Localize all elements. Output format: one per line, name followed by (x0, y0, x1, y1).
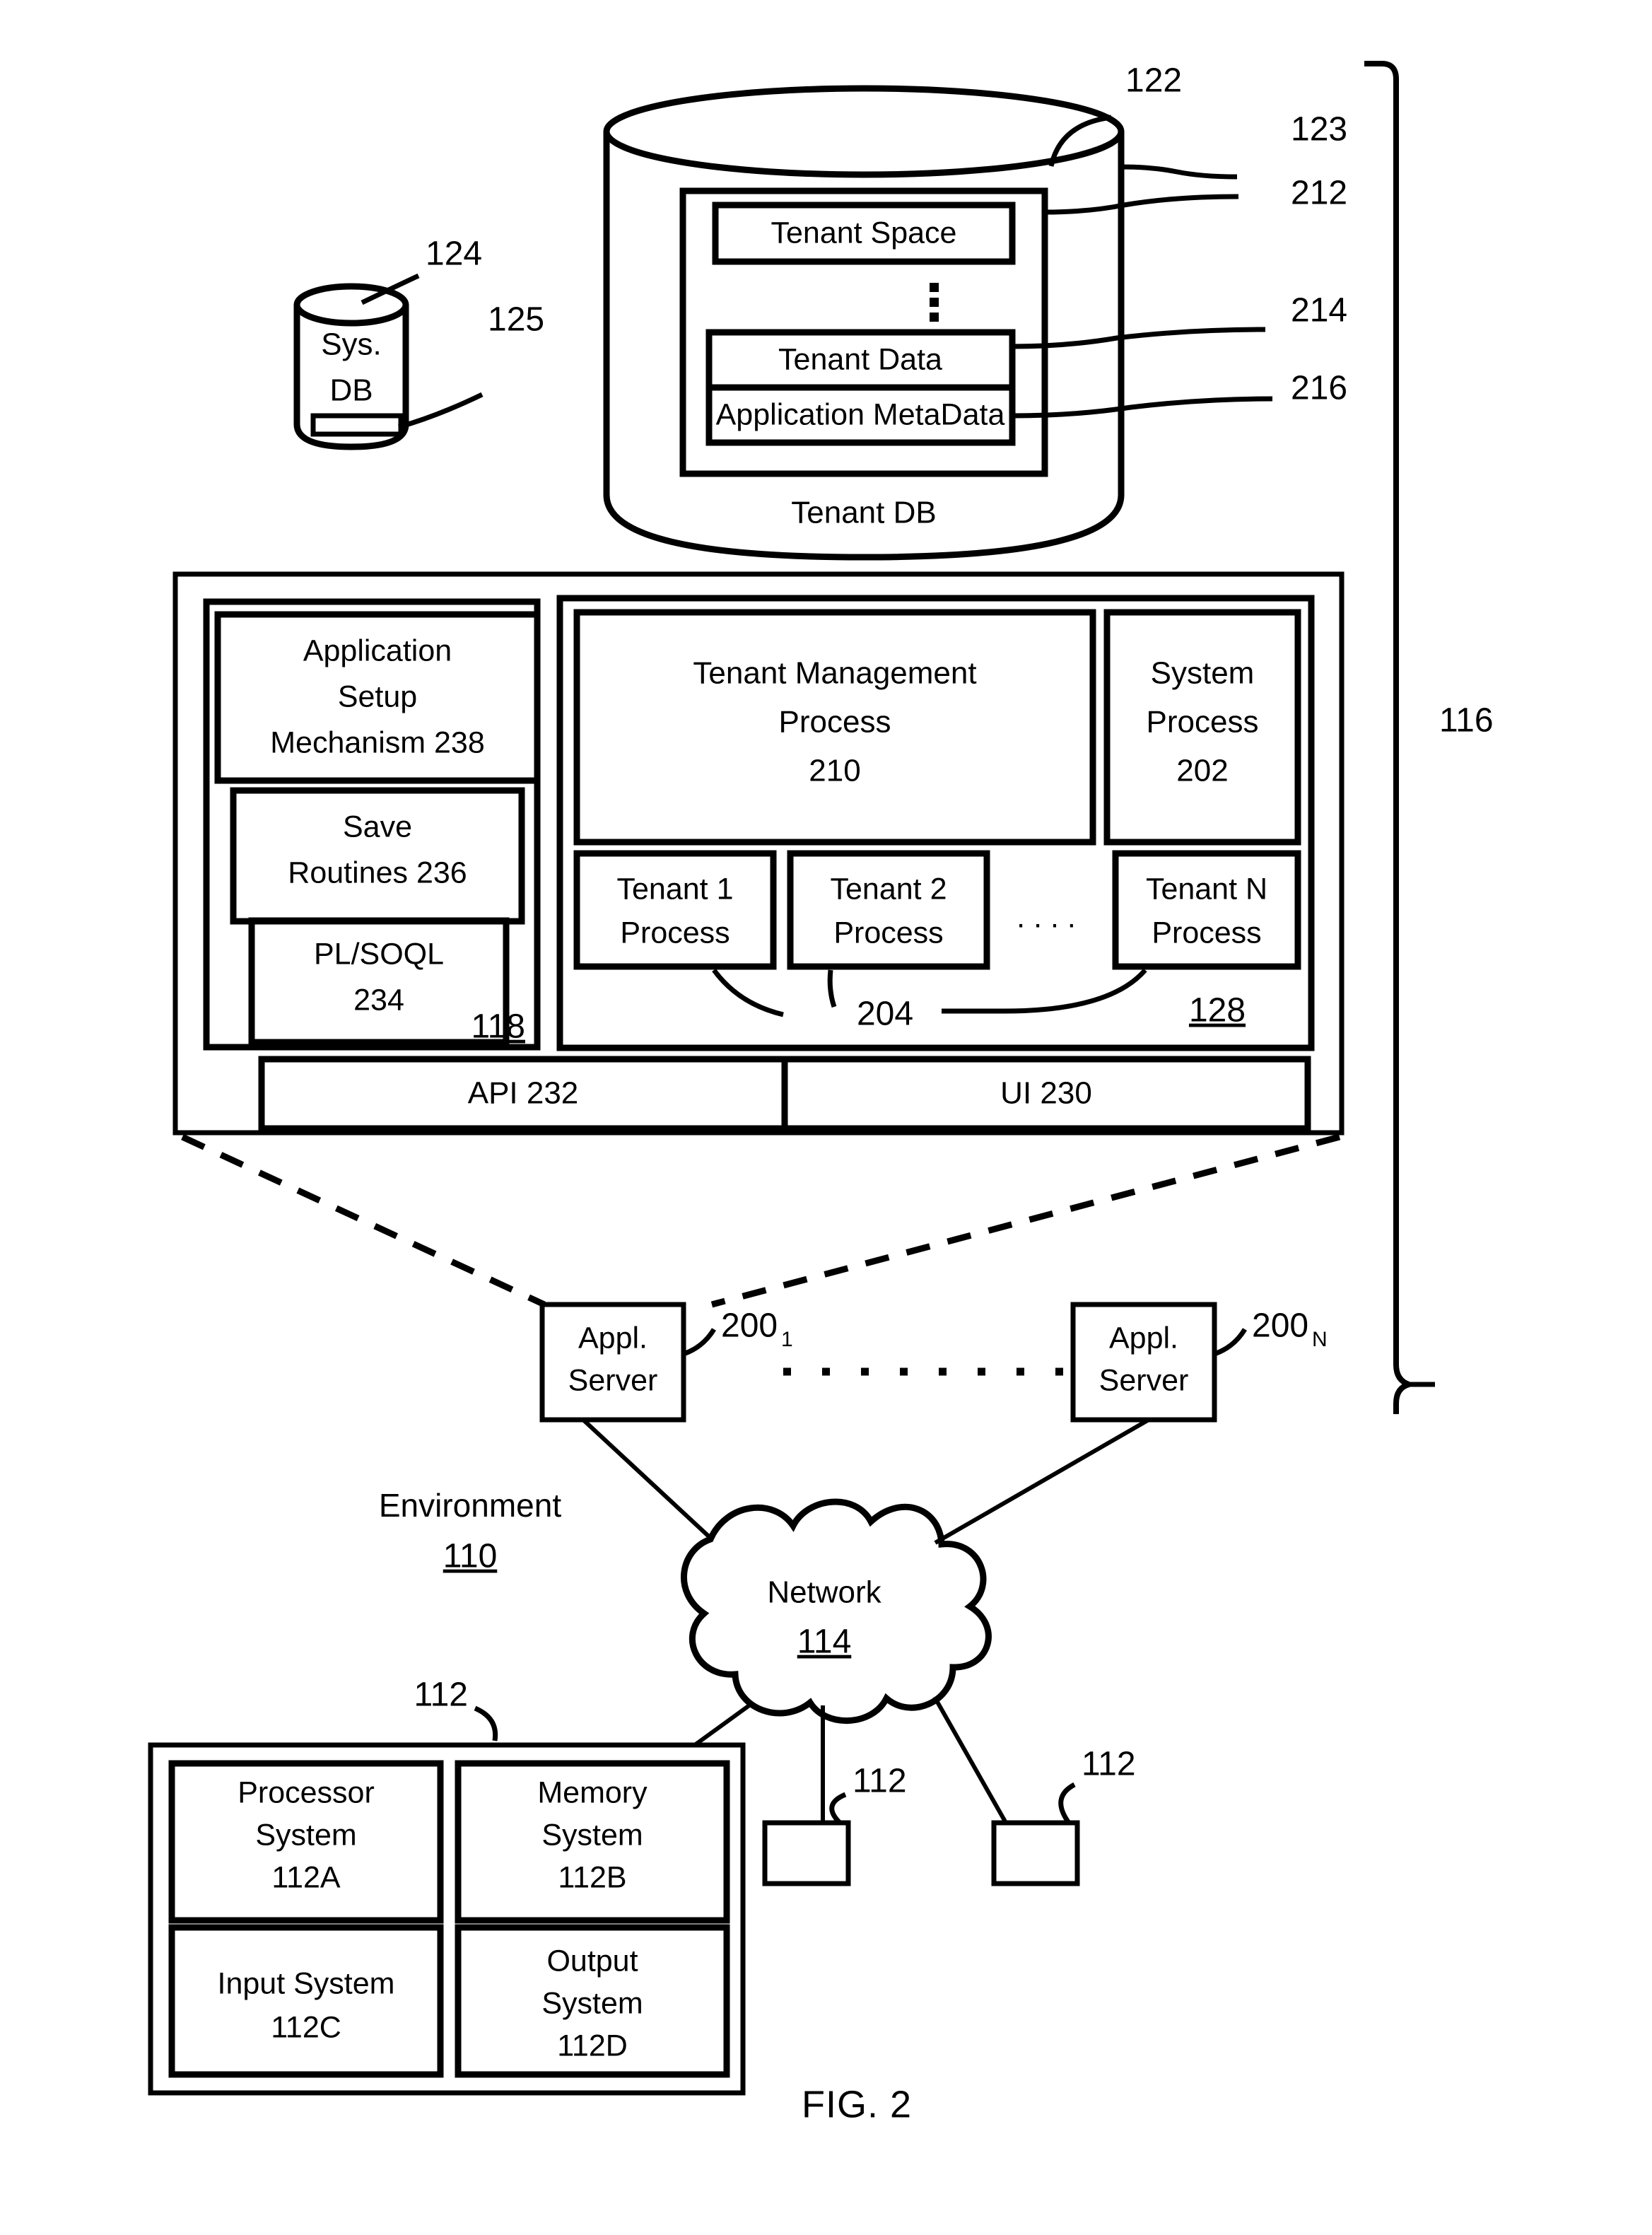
tenant-processes-ellipsis: . . . . (1017, 900, 1076, 934)
vertical-ellipsis-icon (930, 283, 939, 322)
leader-123 (1120, 164, 1238, 180)
appl-server-last-line-2: Server (1099, 1363, 1189, 1397)
ui-label: UI 230 (1000, 1076, 1092, 1111)
user-device-1[interactable] (762, 1820, 851, 1886)
leader-112-device-1 (829, 1792, 847, 1825)
ref-110: 110 (443, 1538, 498, 1575)
application-metadata-label: Application MetaData (716, 397, 1005, 431)
sys-db-label-line2: DB (329, 373, 373, 408)
output-system-line-3: 112D (557, 2029, 628, 2062)
leader-125 (398, 392, 484, 430)
ref-114: 114 (797, 1623, 852, 1661)
leader-200-1 (682, 1328, 717, 1357)
appl-server-last-line-1: Appl. (1109, 1321, 1178, 1355)
figure-caption: FIG. 2 (802, 2083, 912, 2125)
ref-216: 216 (1291, 370, 1347, 407)
ref-200-1-base: 200 (721, 1307, 778, 1345)
tenant-management-process-line-3: 210 (809, 754, 860, 788)
patent-figure-2: 116 Tenant Space Tenant Data Application… (0, 0, 1652, 2235)
leader-212 (1044, 194, 1239, 215)
appl-server-first-line-1: Appl. (578, 1321, 648, 1355)
ref-112-device-1: 112 (853, 1763, 907, 1800)
leader-112-device-2 (1058, 1782, 1076, 1825)
user-device-2[interactable] (991, 1820, 1080, 1886)
processor-system-line-1: Processor (238, 1775, 375, 1809)
tenant-management-process-line-1: Tenant Management (693, 656, 976, 691)
system-process-line-2: Process (1147, 705, 1259, 740)
tenant-2-process-line-2: Process (833, 916, 943, 950)
link-network-to-device-2 (932, 1696, 1008, 1824)
pl-soql-line-1: PL/SOQL (314, 937, 444, 971)
save-routines-line-1: Save (343, 810, 412, 844)
leader-216 (1012, 396, 1273, 419)
input-system-line-1: Input System (218, 1966, 395, 2000)
output-system-line-1: Output (546, 1944, 638, 1978)
ref-214: 214 (1291, 292, 1347, 329)
network-label: Network (767, 1575, 881, 1610)
network-cloud (681, 1498, 992, 1725)
tenant-1-process-line-1: Tenant 1 (617, 872, 734, 906)
bracket-116 (1364, 61, 1435, 1414)
sys-db-inner-bar (310, 413, 404, 437)
api-label: API 232 (468, 1076, 579, 1111)
processor-system-line-3: 112A (271, 1860, 341, 1894)
link-appl-server-first-to-network (581, 1418, 713, 1541)
ref-118: 118 (471, 1008, 525, 1046)
tenant-n-process-line-1: Tenant N (1146, 872, 1267, 906)
tenant-2-process-line-1: Tenant 2 (831, 872, 947, 906)
ref-125: 125 (488, 301, 544, 339)
appl-server-first-line-2: Server (568, 1363, 658, 1397)
input-system-line-2: 112C (271, 2010, 341, 2044)
ref-204: 204 (857, 996, 913, 1033)
application-setup-mechanism-line-2: Setup (338, 679, 417, 713)
output-system-line-2: System (541, 1986, 643, 2020)
leader-112-user-system (474, 1705, 498, 1741)
tenant-data-label: Tenant Data (778, 342, 942, 376)
tenant-space-label: Tenant Space (771, 216, 957, 250)
ref-122: 122 (1125, 62, 1182, 100)
ref-124: 124 (426, 235, 482, 273)
leader-200-n (1213, 1328, 1248, 1357)
ref-128: 128 (1189, 992, 1246, 1029)
sys-db-label-line1: Sys. (321, 327, 382, 362)
ref-200-1-sub: 1 (781, 1328, 793, 1351)
ref-123: 123 (1291, 111, 1347, 148)
application-setup-mechanism-line-1: Application (303, 634, 452, 667)
ref-112-device-2: 112 (1082, 1746, 1136, 1783)
application-setup-mechanism-line-3: Mechanism 238 (270, 725, 485, 759)
ref-116: 116 (1439, 702, 1494, 740)
environment-label: Environment (379, 1487, 561, 1524)
pl-soql-line-2: 234 (353, 983, 404, 1017)
link-appl-server-last-to-network (934, 1418, 1150, 1545)
tenant-1-process-line-2: Process (620, 916, 730, 950)
ref-200-n-sub: N (1312, 1328, 1328, 1351)
figure-canvas: 116 Tenant Space Tenant Data Application… (0, 0, 1652, 2235)
perspective-line-left (181, 1133, 546, 1308)
ref-200-n-base: 200 (1252, 1307, 1308, 1345)
perspective-line-right (710, 1133, 1341, 1308)
ref-112-user-system: 112 (414, 1676, 468, 1714)
system-process-line-1: System (1151, 656, 1255, 691)
tenant-management-process-line-2: Process (779, 705, 891, 740)
tenant-db-caption: Tenant DB (791, 496, 936, 530)
tenant-n-process-line-2: Process (1152, 916, 1261, 950)
link-network-to-user-system (691, 1703, 751, 1749)
leader-214 (1012, 327, 1266, 349)
system-process-line-3: 202 (1176, 754, 1228, 788)
processor-system-line-2: System (255, 1818, 356, 1852)
memory-system-line-1: Memory (537, 1775, 648, 1809)
memory-system-line-2: System (541, 1818, 643, 1852)
save-routines-line-2: Routines 236 (288, 856, 467, 889)
memory-system-line-3: 112B (558, 1860, 626, 1894)
ref-212: 212 (1291, 175, 1347, 212)
